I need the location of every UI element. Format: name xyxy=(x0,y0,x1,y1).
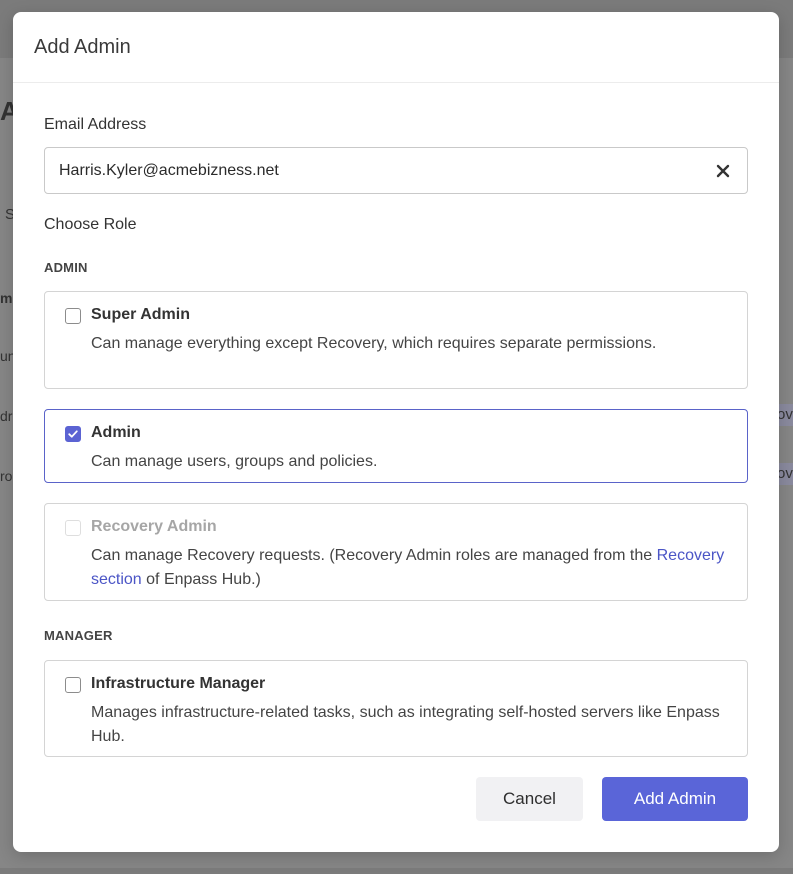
role-card-super-admin[interactable]: Super Admin Can manage everything except… xyxy=(44,291,748,389)
manager-section-label: MANAGER xyxy=(44,628,113,643)
recovery-admin-checkbox xyxy=(65,520,81,536)
background-badge: ov xyxy=(777,404,793,426)
dialog-title: Add Admin xyxy=(34,36,131,58)
role-name: Admin xyxy=(91,424,141,441)
role-description: Manages infrastructure-related tasks, su… xyxy=(91,704,720,745)
background-row-fragment: ro xyxy=(0,468,13,484)
admin-checkbox[interactable] xyxy=(65,426,81,442)
role-card-recovery-admin: Recovery Admin Can manage Recovery reque… xyxy=(44,503,748,601)
add-admin-dialog: Add Admin Email Address Harris.Kyler@acm… xyxy=(13,12,779,852)
role-description: Can manage everything except Recovery, w… xyxy=(91,335,657,352)
role-name: Super Admin xyxy=(91,306,190,323)
add-admin-button[interactable]: Add Admin xyxy=(602,777,748,821)
admin-section-label: ADMIN xyxy=(44,260,88,275)
email-value: Harris.Kyler@acmebizness.net xyxy=(59,161,279,179)
role-card-admin[interactable]: Admin Can manage users, groups and polic… xyxy=(44,409,748,483)
role-description: Can manage Recovery requests. (Recovery … xyxy=(91,544,729,592)
dialog-header: Add Admin xyxy=(13,12,779,83)
check-icon xyxy=(68,430,78,438)
background-badge: ov xyxy=(777,463,793,485)
role-description: Can manage users, groups and policies. xyxy=(91,453,378,470)
role-card-infrastructure-manager[interactable]: Infrastructure Manager Manages infrastru… xyxy=(44,660,748,757)
infrastructure-manager-checkbox[interactable] xyxy=(65,677,81,693)
role-name: Recovery Admin xyxy=(91,518,217,535)
cancel-button[interactable]: Cancel xyxy=(476,777,583,821)
description-suffix: of Enpass Hub.) xyxy=(141,571,261,588)
clear-icon[interactable] xyxy=(713,161,733,181)
description-prefix: Can manage Recovery requests. (Recovery … xyxy=(91,547,657,564)
email-label: Email Address xyxy=(44,116,147,133)
role-name: Infrastructure Manager xyxy=(91,675,266,692)
email-field[interactable]: Harris.Kyler@acmebizness.net xyxy=(44,147,748,194)
super-admin-checkbox[interactable] xyxy=(65,308,81,324)
choose-role-label: Choose Role xyxy=(44,216,137,233)
